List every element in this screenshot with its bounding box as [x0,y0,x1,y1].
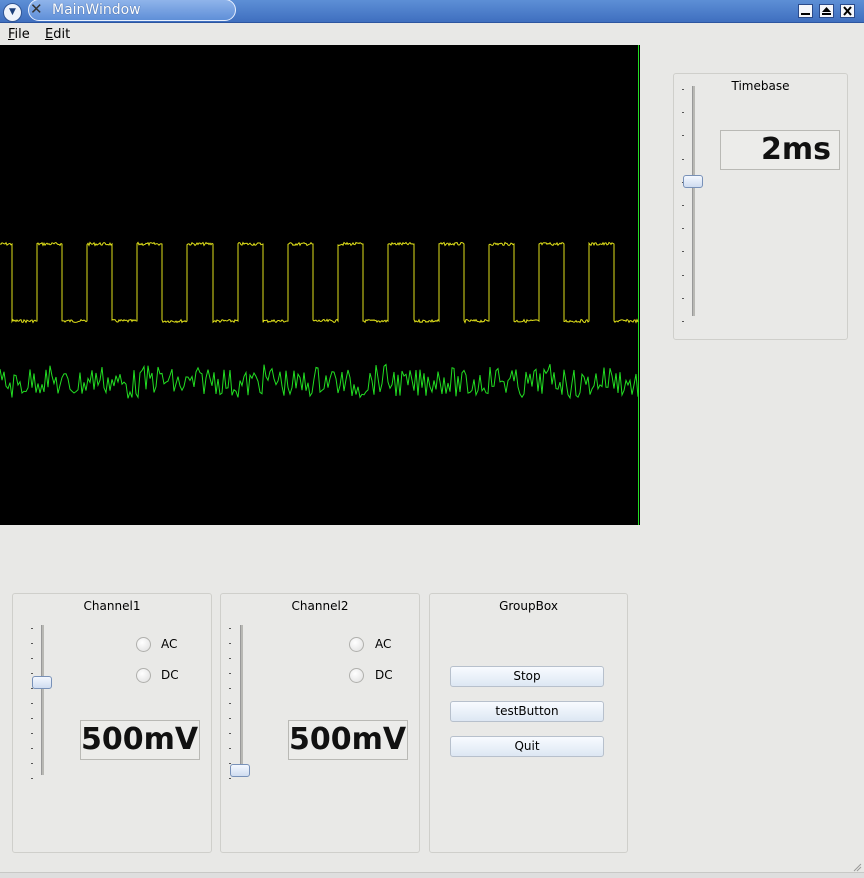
channel2-trace [0,363,639,400]
slider-tick [229,673,231,674]
channel2-slider-ticks [229,628,231,779]
chevron-down-icon: ▼ [9,7,16,17]
slider-tick [682,228,684,229]
control-groupbox: GroupBox Stop testButton Quit [429,593,628,853]
slider-tick [229,748,231,749]
slider-tick [229,718,231,719]
slider-tick [682,298,684,299]
x-icon: ✕ [30,0,43,18]
slider-tick [682,112,684,113]
channel1-slider-ticks [31,628,33,779]
window-menu-button[interactable]: ▼ [3,3,22,22]
channel2-slider-track[interactable] [240,625,243,775]
timebase-lcd: 2ms [720,130,840,170]
slider-tick [31,658,33,659]
timebase-groupbox: Timebase 2ms [673,73,848,340]
channel2-dc-label: DC [375,668,393,682]
minimize-icon [801,13,810,15]
channel1-groupbox: Channel1 AC DC 500mV [12,593,212,853]
maximize-icon [822,7,831,15]
close-button[interactable] [840,4,855,18]
slider-tick [682,205,684,206]
channel2-ac-radio[interactable] [349,637,364,652]
timebase-slider-handle[interactable] [683,175,703,188]
channel1-dc-label: DC [161,668,179,682]
channel2-lcd: 500mV [288,720,408,760]
timebase-slider-ticks [682,89,684,322]
slider-tick [31,748,33,749]
slider-tick [31,718,33,719]
menu-edit-mnemonic: E [45,27,54,42]
test-button[interactable]: testButton [450,701,604,722]
channel2-dc-radio[interactable] [349,668,364,683]
timebase-title: Timebase [731,79,790,93]
channel2-groupbox: Channel2 AC DC 500mV [220,593,420,853]
slider-tick [229,778,231,779]
scope-plot [0,45,639,525]
close-icon [843,6,852,16]
title-bar[interactable]: ▼ ✕ MainWindow [0,0,864,23]
slider-tick [229,658,231,659]
window-title: MainWindow [52,2,141,18]
slider-tick [682,251,684,252]
channel1-ac-radio[interactable] [136,637,151,652]
channel1-title: Channel1 [83,599,141,613]
channel1-slider-track[interactable] [41,625,44,775]
channel1-lcd: 500mV [80,720,200,760]
control-groupbox-title: GroupBox [499,599,558,613]
slider-tick [229,733,231,734]
slider-tick [682,159,684,160]
menu-file[interactable]: File [8,27,30,42]
timebase-slider-track[interactable] [692,86,695,316]
slider-tick [682,135,684,136]
menu-edit-rest: dit [53,27,71,42]
slider-tick [31,703,33,704]
maximize-button[interactable] [819,4,834,18]
menu-file-rest: ile [14,27,30,42]
channel2-ac-label: AC [375,637,392,651]
slider-tick [31,628,33,629]
slider-tick [31,778,33,779]
minimize-button[interactable] [798,4,813,18]
slider-tick [31,643,33,644]
channel1-trace [0,241,639,324]
slider-tick [682,89,684,90]
slider-tick [229,703,231,704]
slider-tick [31,673,33,674]
slider-tick [31,733,33,734]
slider-tick [229,688,231,689]
window-bottom-edge [0,872,864,878]
slider-tick [31,763,33,764]
menu-bar: File Edit [0,23,864,45]
channel1-dc-radio[interactable] [136,668,151,683]
slider-tick [682,321,684,322]
channel2-slider-handle[interactable] [230,764,250,777]
scope-display[interactable] [0,45,640,525]
stop-button[interactable]: Stop [450,666,604,687]
channel2-title: Channel2 [291,599,349,613]
quit-button[interactable]: Quit [450,736,604,757]
menu-edit[interactable]: Edit [45,27,70,42]
resize-grip-icon[interactable] [852,862,862,872]
slider-tick [229,628,231,629]
slider-tick [682,275,684,276]
slider-tick [229,643,231,644]
channel1-slider-handle[interactable] [32,676,52,689]
channel1-ac-label: AC [161,637,178,651]
